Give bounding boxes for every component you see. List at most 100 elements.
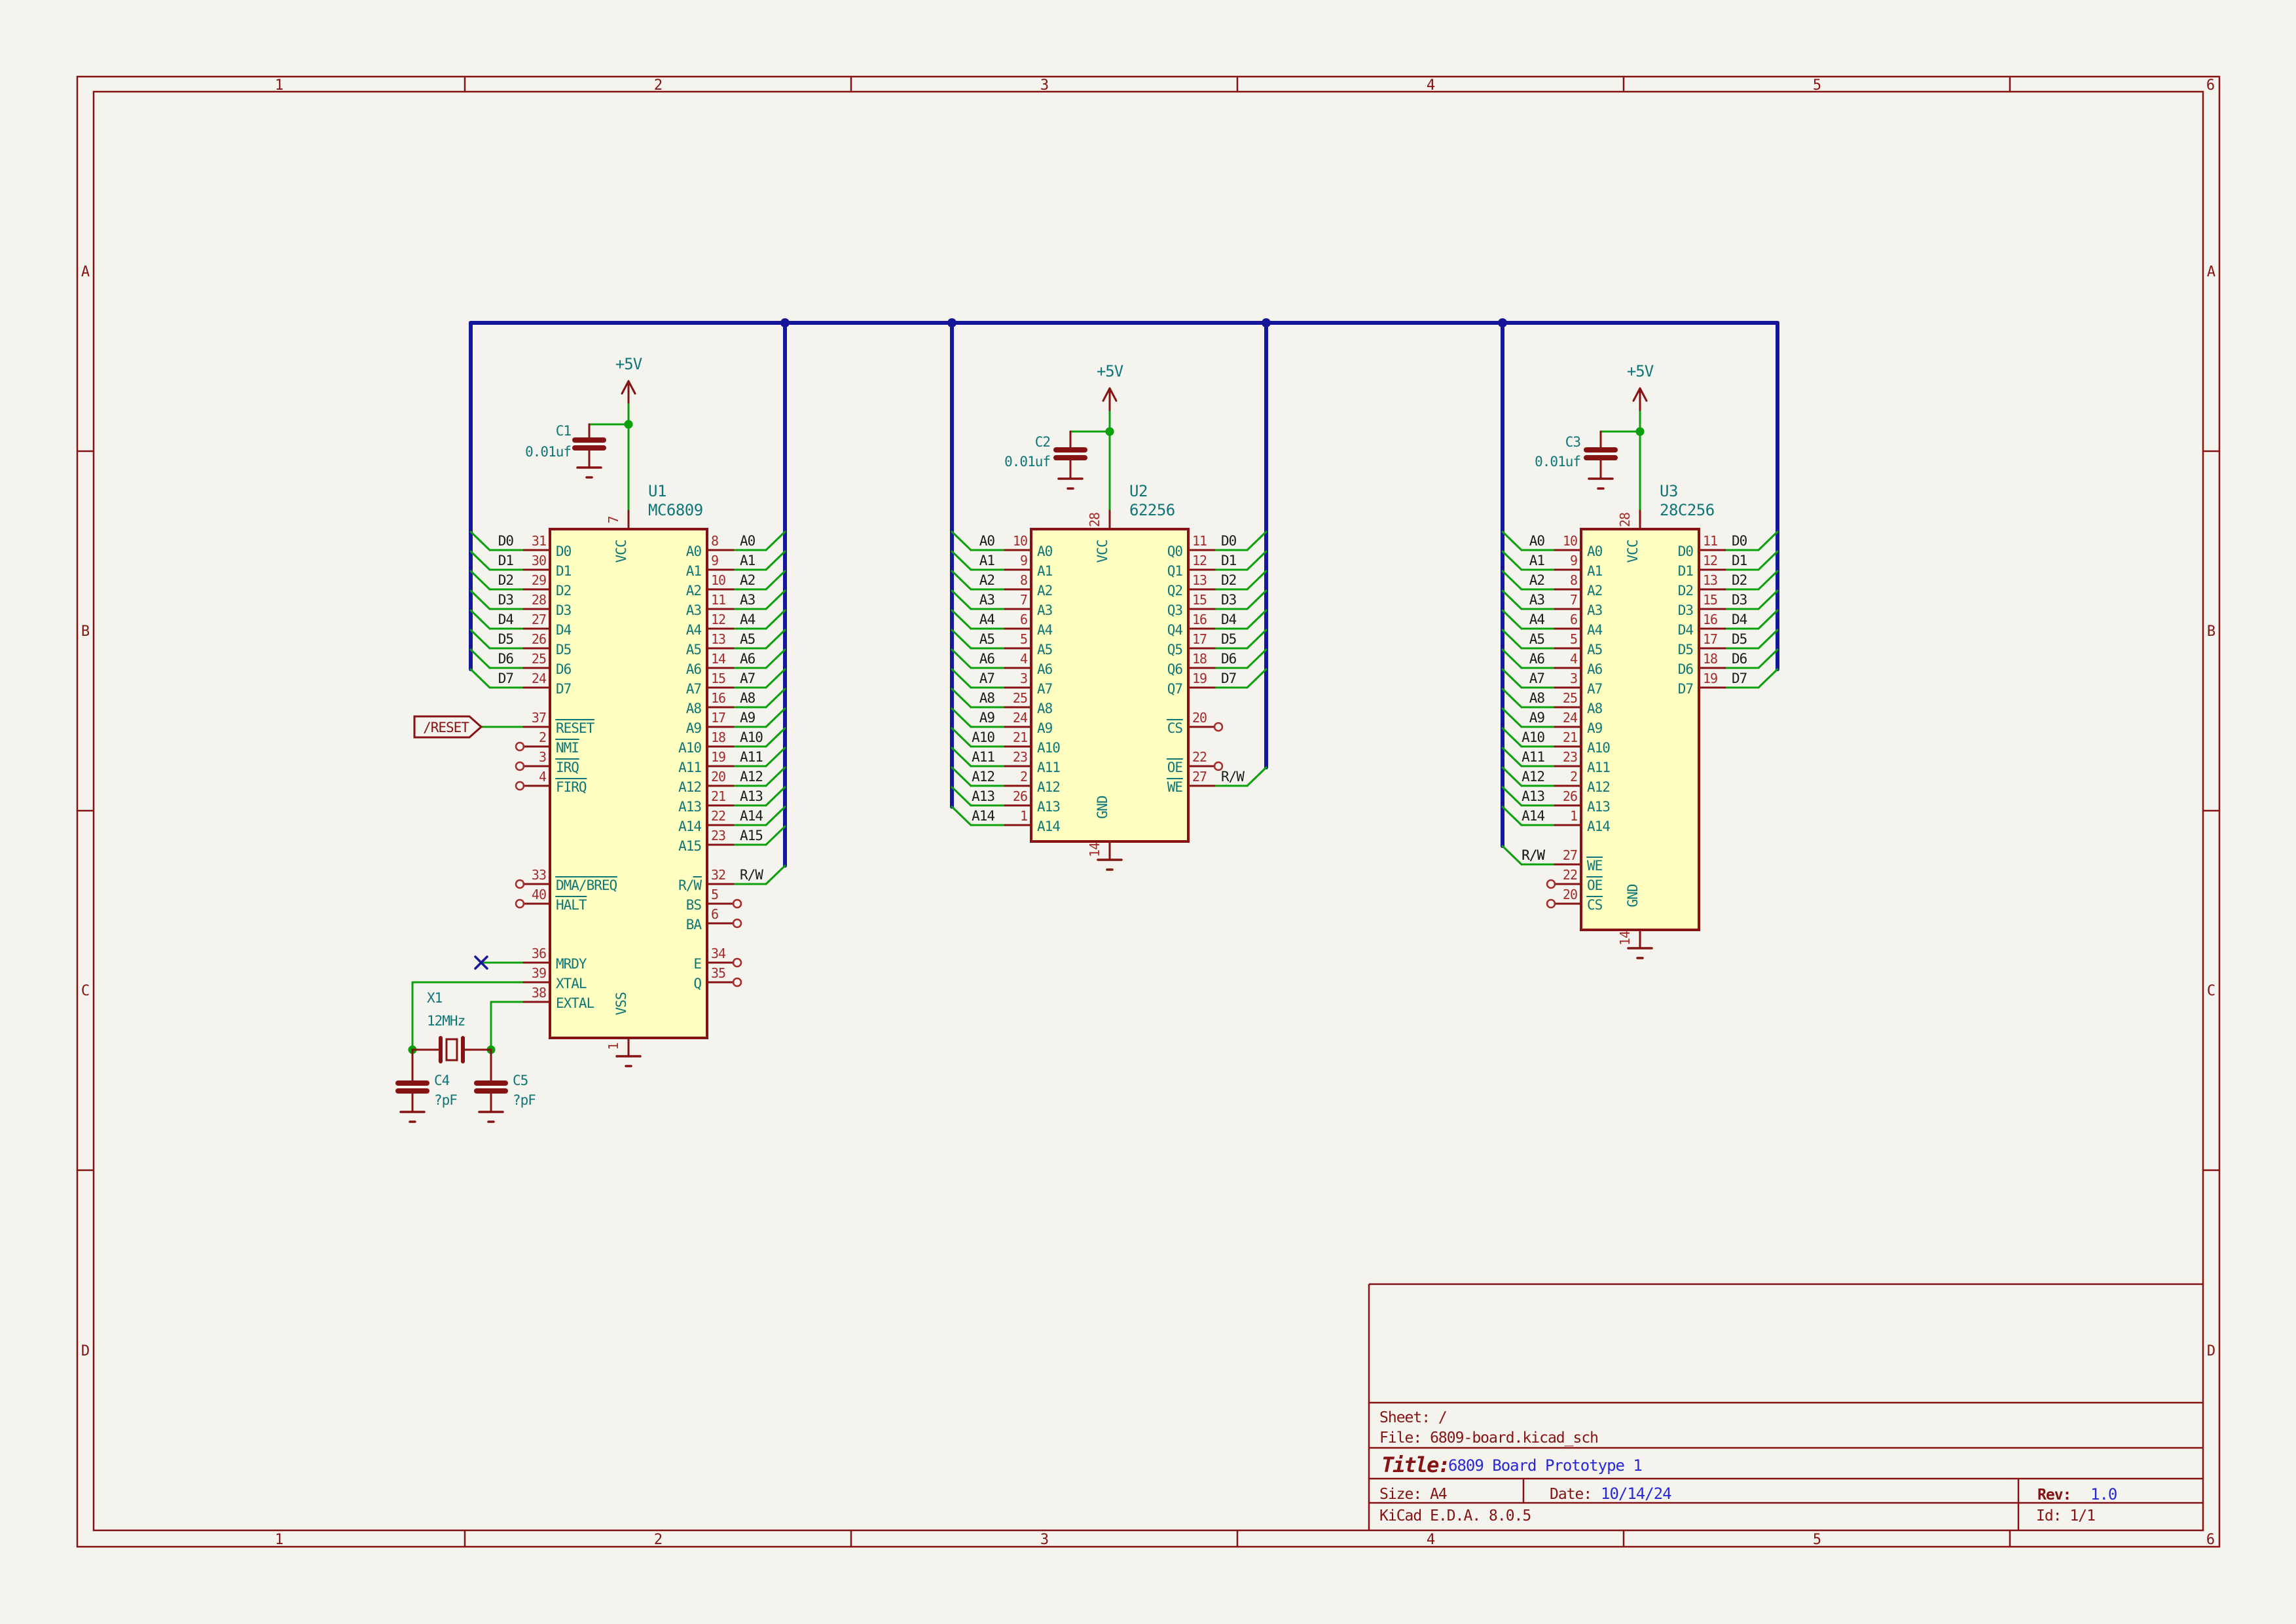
net-label-R/W[interactable]: R/W <box>740 867 763 883</box>
pin-number[interactable]: 5 <box>1020 631 1027 647</box>
pin-name[interactable]: A11 <box>1037 760 1060 775</box>
pin-number-vcc[interactable]: 28 <box>1617 513 1633 527</box>
pin-number[interactable]: 15 <box>1192 592 1207 608</box>
bus-entry[interactable] <box>766 728 785 747</box>
pin-name[interactable]: RESET <box>556 720 595 736</box>
bus-entry[interactable] <box>1247 767 1266 786</box>
pin-number[interactable]: 29 <box>532 572 546 588</box>
bus-entry[interactable] <box>1503 669 1522 688</box>
pin-number[interactable]: 22 <box>1563 867 1577 883</box>
bus-entry[interactable] <box>952 650 971 668</box>
pin-number[interactable]: 24 <box>1563 710 1578 726</box>
bus-entry[interactable] <box>1758 591 1777 609</box>
bus-entry[interactable] <box>1503 551 1522 570</box>
pin-number[interactable]: 37 <box>532 710 546 726</box>
bus-entry[interactable] <box>1247 610 1266 629</box>
net-label-D6[interactable]: D6 <box>498 651 514 667</box>
pin-name[interactable]: D6 <box>1678 661 1694 677</box>
net-label-D2[interactable]: D2 <box>1732 572 1747 588</box>
pin-number[interactable]: 17 <box>711 710 725 726</box>
pin-name[interactable]: D4 <box>1678 622 1694 638</box>
pin-number[interactable]: 11 <box>1192 533 1207 549</box>
bus-entry[interactable] <box>471 591 490 609</box>
bus-entry[interactable] <box>952 748 971 766</box>
pin-name[interactable]: CS <box>1587 897 1603 913</box>
pin-number[interactable]: 20 <box>1563 887 1577 902</box>
pin-number[interactable]: 4 <box>1570 651 1578 667</box>
pin-number[interactable]: 26 <box>1563 788 1577 804</box>
pin-name[interactable]: NMI <box>556 740 579 756</box>
bus-entry[interactable] <box>1503 709 1522 727</box>
pin-number[interactable]: 27 <box>1192 769 1207 784</box>
pin-number[interactable]: 19 <box>1703 671 1717 686</box>
cap-reference[interactable]: C5 <box>513 1073 528 1088</box>
pin-number[interactable]: 6 <box>711 906 718 922</box>
net-label-A4[interactable]: A4 <box>740 612 756 627</box>
pin-name[interactable]: CS <box>1167 720 1183 736</box>
pin-number-gnd[interactable]: 14 <box>1087 842 1102 857</box>
power-label-5v[interactable]: +5V <box>1627 362 1654 380</box>
pin-number[interactable]: 11 <box>711 592 725 608</box>
pin-name[interactable]: A5 <box>686 642 701 657</box>
pin-number[interactable]: 3 <box>1570 671 1577 686</box>
pin-name[interactable]: A4 <box>1037 622 1053 638</box>
pin-name-gnd[interactable]: GND <box>1095 796 1110 819</box>
net-label-D6[interactable]: D6 <box>1732 651 1747 667</box>
bus-entry[interactable] <box>471 650 490 668</box>
net-label-D1[interactable]: D1 <box>498 553 514 568</box>
net-label-A9[interactable]: A9 <box>979 710 995 726</box>
pin-name[interactable]: A14 <box>678 819 701 834</box>
pin-name[interactable]: D7 <box>1678 681 1694 697</box>
cap-reference[interactable]: C1 <box>556 423 572 439</box>
cap-value[interactable]: ?pF <box>434 1092 457 1108</box>
pin-name[interactable]: A8 <box>1037 701 1053 716</box>
net-label-D3[interactable]: D3 <box>1221 592 1237 608</box>
pin-number[interactable]: 21 <box>711 788 725 804</box>
pin-number[interactable]: 12 <box>1192 553 1207 568</box>
pin-number[interactable]: 17 <box>1192 631 1207 647</box>
pin-number[interactable]: 20 <box>1192 710 1207 726</box>
crystal-body[interactable] <box>446 1039 457 1060</box>
pin-name[interactable]: A1 <box>1587 563 1603 579</box>
pin-name[interactable]: A2 <box>686 583 701 599</box>
pin-number[interactable]: 7 <box>1570 592 1577 608</box>
pin-number[interactable]: 13 <box>1192 572 1207 588</box>
pin-number[interactable]: 2 <box>1570 769 1577 784</box>
pin-name[interactable]: D2 <box>1678 583 1693 599</box>
pin-number[interactable]: 35 <box>711 965 725 981</box>
cap-reference[interactable]: C4 <box>434 1073 450 1088</box>
bus-entry[interactable] <box>766 748 785 766</box>
pin-name[interactable]: EXTAL <box>556 995 594 1011</box>
pin-number[interactable]: 32 <box>711 867 725 883</box>
bus-entry[interactable] <box>766 571 785 589</box>
pin-number[interactable]: 36 <box>532 946 546 961</box>
pin-number[interactable]: 16 <box>711 690 725 706</box>
pin-number[interactable]: 25 <box>532 651 546 667</box>
pin-number[interactable]: 39 <box>532 965 546 981</box>
bus-entry[interactable] <box>952 689 971 707</box>
pin-name[interactable]: Q6 <box>1167 661 1183 677</box>
pin-name[interactable]: A13 <box>1037 799 1060 815</box>
bus-entry[interactable] <box>1247 669 1266 688</box>
net-label-A1[interactable]: A1 <box>1529 553 1545 568</box>
pin-name-vcc[interactable]: VCC <box>613 540 629 563</box>
pin-name-vcc[interactable]: VCC <box>1625 540 1641 563</box>
pin-name-vcc[interactable]: VCC <box>1095 540 1110 563</box>
pin-name[interactable]: D4 <box>556 622 572 638</box>
net-label-R/W[interactable]: R/W <box>1221 769 1245 784</box>
bus-entry[interactable] <box>952 571 971 589</box>
pin-name[interactable]: D3 <box>1678 602 1694 618</box>
pin-number[interactable]: 4 <box>1020 651 1028 667</box>
pin-number[interactable]: 22 <box>1192 749 1207 765</box>
bus-entry[interactable] <box>766 532 785 550</box>
pin-name[interactable]: A0 <box>1037 544 1053 559</box>
net-label-D6[interactable]: D6 <box>1221 651 1237 667</box>
bus-entry[interactable] <box>1503 630 1522 648</box>
bus-entry[interactable] <box>952 532 971 550</box>
bus-entry[interactable] <box>1503 591 1522 609</box>
pin-number[interactable]: 15 <box>711 671 725 686</box>
pin-name[interactable]: XTAL <box>556 976 587 991</box>
pin-number[interactable]: 10 <box>1563 533 1577 549</box>
bus-entry[interactable] <box>1758 532 1777 550</box>
pin-number[interactable]: 9 <box>1570 553 1577 568</box>
